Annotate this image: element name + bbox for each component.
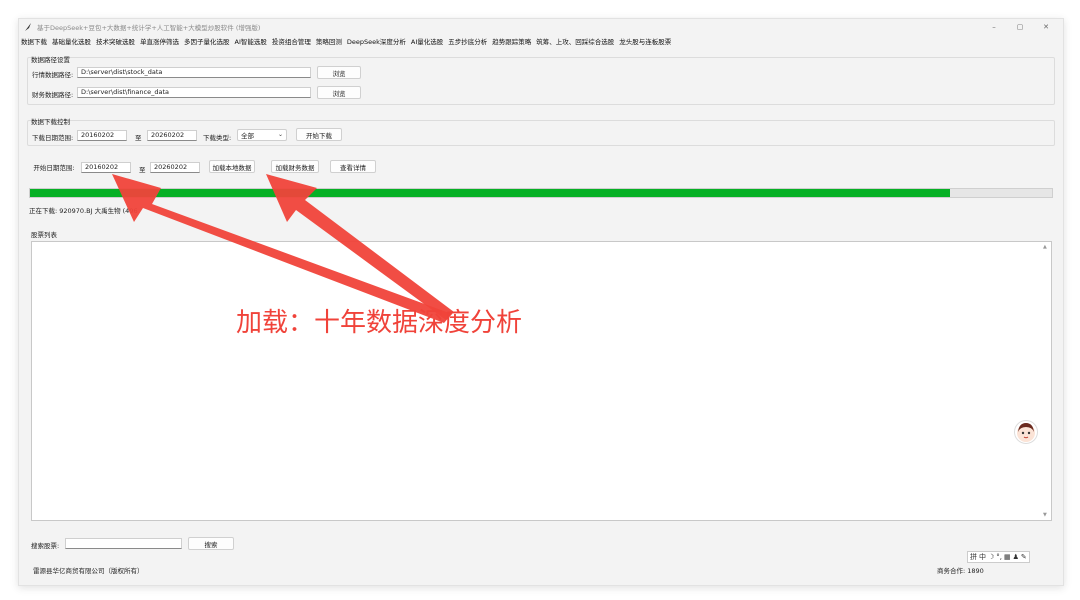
menu-item[interactable]: 策略回测 [316, 36, 342, 46]
maximize-button[interactable]: ▢ [1007, 19, 1033, 35]
menu-item[interactable]: 单直涨停筛选 [140, 36, 179, 46]
ime-icon[interactable]: ▦ [1004, 553, 1011, 561]
title-bar: 基于DeepSeek+豆包+大数据+统计学+人工智能+大模型炒股软件 (增强版)… [19, 19, 1063, 35]
minimize-button[interactable]: – [981, 19, 1007, 35]
load-end-input[interactable]: 20260202 [150, 162, 200, 173]
menu-item[interactable]: AI量化选股 [411, 36, 443, 46]
menu-item[interactable]: 筑筹、上攻、回踩综合选股 [536, 36, 614, 46]
download-group-title: 数据下载控制 [31, 118, 70, 126]
footer-company: 雷源县华亿商贸有限公司（版权所有） [33, 567, 144, 575]
menu-item[interactable]: 趋势跟踪策略 [492, 36, 531, 46]
menu-item[interactable]: 投资组合管理 [272, 36, 311, 46]
menu-item[interactable]: 多因子量化选股 [184, 36, 230, 46]
ime-icon[interactable]: ✎ [1021, 553, 1027, 561]
annotation-caption: 加载：十年数据深度分析 [236, 308, 523, 338]
download-type-label: 下载类型: [203, 134, 232, 142]
stock-list-title: 股票列表 [31, 231, 57, 239]
search-input[interactable] [65, 538, 182, 549]
ime-icon[interactable]: ☽ [988, 553, 994, 561]
assistant-avatar[interactable] [1014, 420, 1038, 444]
window-controls: – ▢ ✕ [981, 19, 1059, 35]
ime-icon[interactable]: ♟ [1013, 553, 1019, 561]
app-window: 基于DeepSeek+豆包+大数据+统计学+人工智能+大模型炒股软件 (增强版)… [18, 18, 1064, 586]
scroll-down-icon[interactable]: ▼ [1043, 512, 1047, 518]
load-local-data-button[interactable]: 加载本地数据 [209, 160, 255, 173]
menu-item[interactable]: 基础量化选股 [52, 36, 91, 46]
window-title: 基于DeepSeek+豆包+大数据+统计学+人工智能+大模型炒股软件 (增强版) [37, 24, 261, 32]
start-date-range-label: 开始日期范围: [33, 163, 75, 172]
download-progress-bar [29, 188, 1053, 198]
menu-bar: 数据下载 基础量化选股 技术突破选股 单直涨停筛选 多因子量化选股 AI智能选股 投资组合管… [21, 35, 1063, 47]
search-label: 搜索股票: [31, 542, 60, 550]
close-button[interactable]: ✕ [1033, 19, 1059, 35]
menu-item[interactable]: AI智能选股 [235, 36, 267, 46]
finance-browse-button[interactable]: 浏览 [317, 86, 361, 99]
load-finance-data-button[interactable]: 加载财务数据 [271, 160, 319, 173]
ime-toolbar[interactable]: 拼中 ☽ °, ▦ ♟ ✎ [967, 551, 1030, 563]
avatar-face-icon [1017, 423, 1035, 442]
load-to-label: 至 [139, 166, 146, 174]
ime-icon[interactable]: °, [996, 553, 1002, 561]
ime-icon[interactable]: 中 [979, 552, 986, 562]
scroll-up-icon[interactable]: ▲ [1043, 244, 1047, 250]
chevron-down-icon: ⌄ [277, 131, 283, 138]
search-button[interactable]: 搜索 [188, 537, 234, 550]
menu-item[interactable]: DeepSeek深度分析 [347, 36, 406, 46]
download-status-text: 正在下载: 920970.BJ 大禹生物 (496 [29, 207, 138, 215]
download-start-input[interactable]: 20160202 [77, 130, 127, 141]
download-type-select[interactable]: 全部 ⌄ [237, 129, 287, 141]
stock-list-scrollbar[interactable]: ▲ ▼ [1041, 242, 1051, 520]
market-browse-button[interactable]: 浏览 [317, 66, 361, 79]
menu-item[interactable]: 五步抄底分析 [448, 36, 487, 46]
finance-path-input[interactable]: D:\server\dist\finance_data [77, 87, 311, 98]
menu-item[interactable]: 龙头股与连板股票 [619, 36, 671, 46]
market-path-label: 行情数据路径: [32, 71, 74, 79]
download-range-label: 下载日期范围: [32, 134, 74, 142]
menu-item[interactable]: 技术突破选股 [96, 36, 135, 46]
progress-fill [30, 189, 950, 197]
stock-list[interactable]: ▲ ▼ [31, 241, 1052, 521]
load-start-input[interactable]: 20160202 [81, 162, 131, 173]
ime-icon[interactable]: 拼 [970, 552, 977, 562]
footer-contact: 商务合作: 1890 [937, 567, 984, 575]
download-to-label: 至 [135, 134, 142, 142]
start-download-button[interactable]: 开始下载 [296, 128, 342, 141]
download-end-input[interactable]: 20260202 [147, 130, 197, 141]
menu-item[interactable]: 数据下载 [21, 36, 47, 46]
view-detail-button[interactable]: 查看详情 [330, 160, 376, 173]
data-path-group-title: 数据路径设置 [31, 56, 70, 64]
download-type-value: 全部 [241, 132, 254, 140]
finance-path-label: 财务数据路径: [32, 91, 74, 99]
feather-icon [25, 23, 31, 31]
market-path-input[interactable]: D:\server\dist\stock_data [77, 67, 311, 78]
